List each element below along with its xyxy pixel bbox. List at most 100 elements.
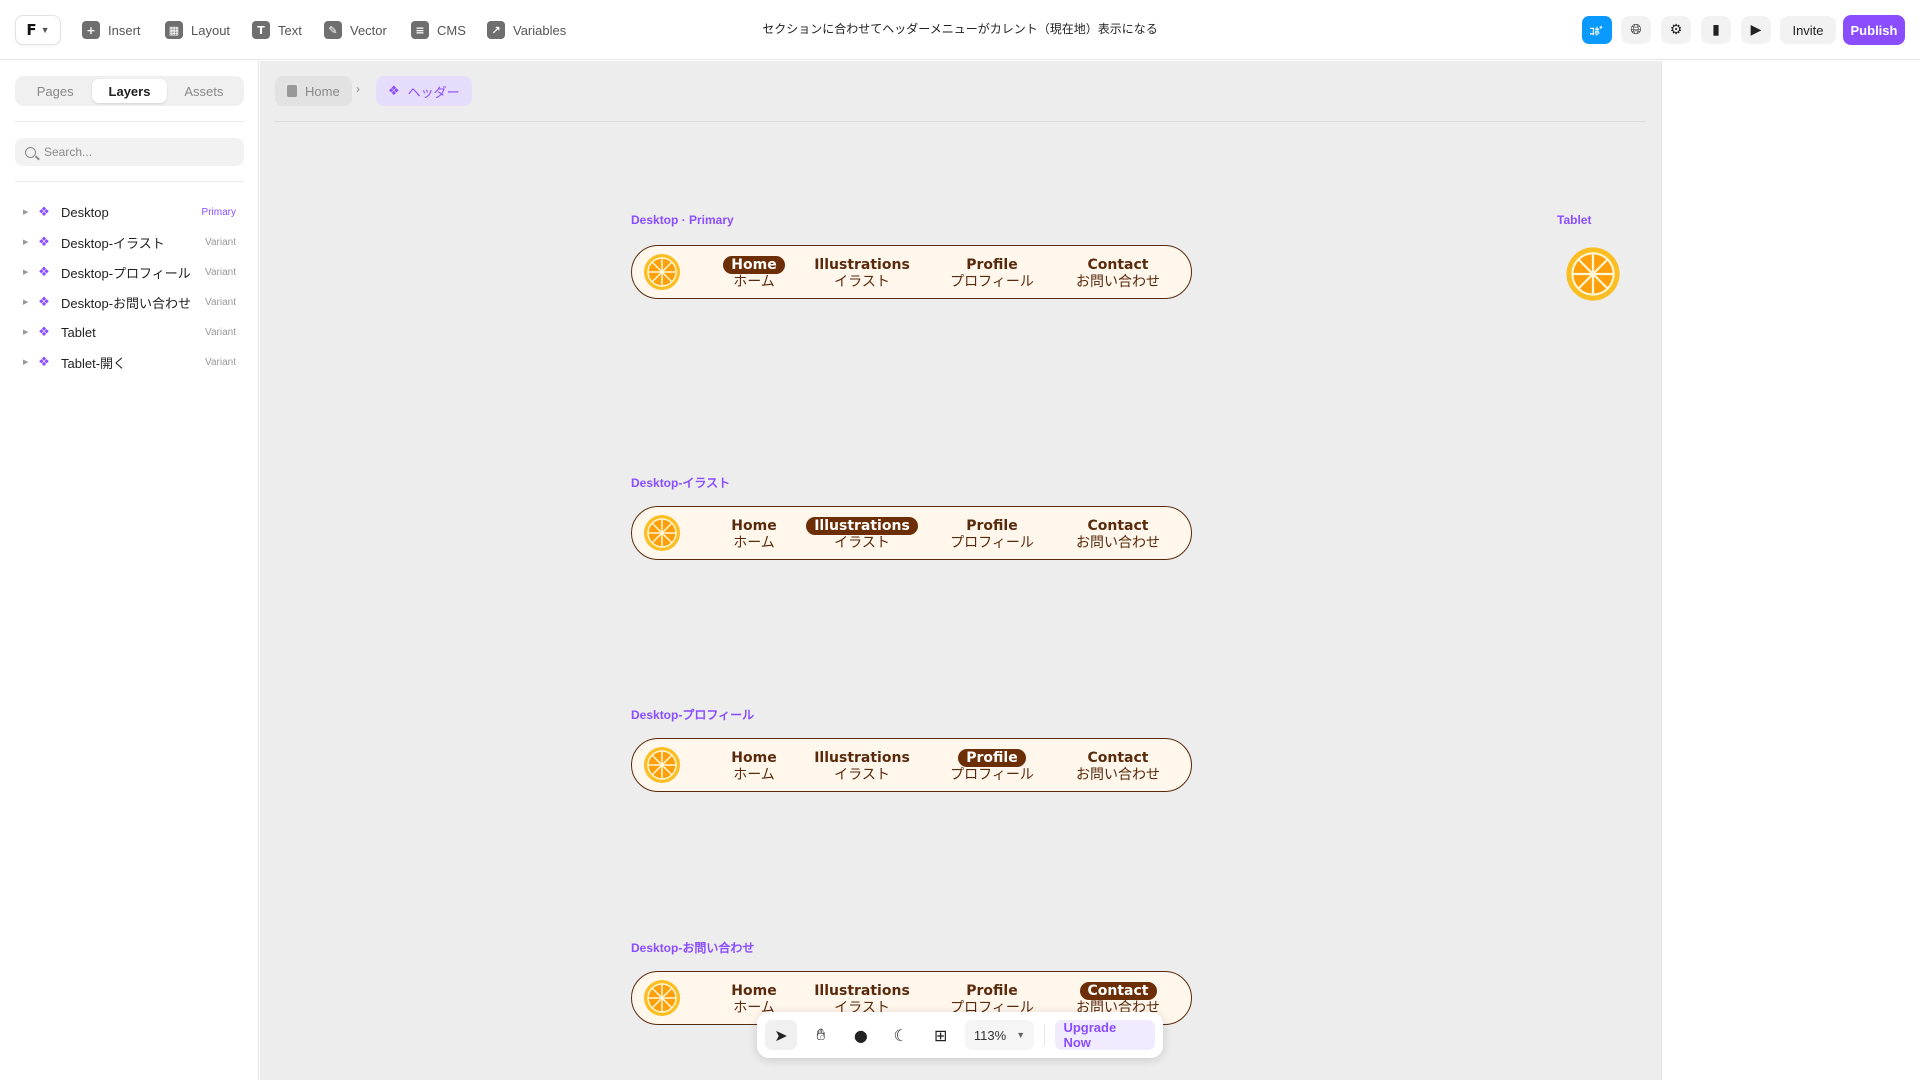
text-label: Text xyxy=(278,22,302,38)
expand-arrow-icon[interactable]: ▶ xyxy=(23,328,35,336)
dark-mode-button[interactable]: ☾ xyxy=(885,1020,917,1050)
frame-label-desktop-illust[interactable]: Desktop-イラスト xyxy=(631,474,730,491)
text-button[interactable]: T Text xyxy=(252,18,302,42)
plus-icon: + xyxy=(82,21,100,39)
vector-label: Vector xyxy=(350,22,387,38)
divider xyxy=(1044,1024,1046,1046)
framer-logo-icon: F xyxy=(26,21,37,39)
expand-arrow-icon[interactable]: ▶ xyxy=(23,208,35,216)
left-sidebar: Pages Layers Assets ▶ ❖ Desktop Primary … xyxy=(0,61,259,1080)
layer-name: Desktop-プロフィール xyxy=(61,265,191,281)
layer-desktop-illust[interactable]: ▶ ❖ Desktop-イラスト Variant xyxy=(15,227,244,257)
header-navbar-desktop-illust[interactable]: Home ホーム Illustrations イラスト Profile プロフィ… xyxy=(631,506,1192,560)
nav-item-illustrations[interactable]: Illustrations イラスト xyxy=(802,254,922,291)
nav-item-contact[interactable]: Contact お問い合わせ xyxy=(1058,747,1178,784)
orange-logo-icon[interactable] xyxy=(1565,246,1621,302)
settings-button[interactable]: ⚙ xyxy=(1661,16,1691,44)
layer-name: Desktop-お問い合わせ xyxy=(61,295,192,311)
document-title[interactable]: セクションに合わせてヘッダーメニューがカレント（現在地）表示になる xyxy=(760,20,1160,37)
nav-label-en: Illustrations xyxy=(814,983,910,999)
nav-item-illustrations[interactable]: Illustrations イラスト xyxy=(802,747,922,784)
nav-label-en: Profile xyxy=(966,983,1018,999)
globe-icon: 🌐︎ xyxy=(1630,22,1642,38)
nav-label-ja: お問い合わせ xyxy=(1076,767,1160,783)
pen-icon: ✎ xyxy=(324,21,342,39)
layer-tablet[interactable]: ▶ ❖ Tablet Variant xyxy=(15,317,244,347)
nav-label-en: Contact xyxy=(1087,750,1149,766)
vector-button[interactable]: ✎ Vector xyxy=(324,18,387,42)
frame-label-desktop-contact[interactable]: Desktop-お問い合わせ xyxy=(631,939,754,956)
header-navbar-desktop[interactable]: Home ホーム Illustrations イラスト Profile プロフィ… xyxy=(631,245,1192,299)
user-avatar[interactable]: ｺﾎﾞ xyxy=(1582,16,1612,44)
breadcrumb-component[interactable]: ❖ ヘッダー xyxy=(376,76,472,106)
grid-button[interactable]: ⊞ xyxy=(925,1020,957,1050)
invite-button[interactable]: Invite xyxy=(1780,16,1836,44)
tab-assets[interactable]: Assets xyxy=(167,79,241,103)
frame-label-tablet[interactable]: Tablet xyxy=(1557,213,1591,227)
nav-item-contact[interactable]: Contact お問い合わせ xyxy=(1058,515,1178,552)
app-menu-button[interactable]: F ▼ xyxy=(15,15,61,45)
layer-tag: Variant xyxy=(205,356,236,368)
breadcrumb-home[interactable]: Home xyxy=(275,76,352,106)
zoom-value: 113% xyxy=(973,1027,1007,1043)
nav-item-profile[interactable]: Profile プロフィール xyxy=(932,515,1052,552)
variables-button[interactable]: ↗ Variables xyxy=(487,18,566,42)
expand-arrow-icon[interactable]: ▶ xyxy=(23,238,35,246)
tab-pages[interactable]: Pages xyxy=(18,79,92,103)
preview-button[interactable]: ▶ xyxy=(1741,16,1771,44)
layer-desktop-profile[interactable]: ▶ ❖ Desktop-プロフィール Variant xyxy=(15,257,244,287)
frame-label-desktop-primary[interactable]: Desktop · Primary xyxy=(631,213,734,227)
nav-label-ja: イラスト xyxy=(834,274,890,290)
nav-label-ja: ホーム xyxy=(733,274,775,290)
expand-arrow-icon[interactable]: ▶ xyxy=(23,298,35,306)
nav-item-home[interactable]: Home ホーム xyxy=(714,254,794,291)
globe-button[interactable]: 🌐︎ xyxy=(1621,16,1651,44)
hand-tool-button[interactable]: ✋︎ xyxy=(805,1020,837,1050)
analytics-button[interactable]: ▮ xyxy=(1701,16,1731,44)
comment-tool-button[interactable]: ● xyxy=(845,1020,877,1050)
nav-label-ja: ホーム xyxy=(733,535,775,551)
layout-button[interactable]: ▦ Layout xyxy=(165,18,230,42)
sidebar-tabs: Pages Layers Assets xyxy=(15,76,244,106)
component-icon: ❖ xyxy=(38,234,50,250)
nav-label-en: Profile xyxy=(966,257,1018,273)
layer-name: Tablet xyxy=(61,324,96,340)
component-icon: ❖ xyxy=(388,83,400,98)
expand-arrow-icon[interactable]: ▶ xyxy=(23,358,35,366)
upgrade-button[interactable]: Upgrade Now xyxy=(1055,1020,1156,1050)
select-tool-button[interactable]: ➤ xyxy=(765,1020,797,1050)
expand-arrow-icon[interactable]: ▶ xyxy=(23,268,35,276)
zoom-control[interactable]: 113% ▼ xyxy=(964,1020,1035,1050)
layer-name: Tablet-開く xyxy=(61,355,127,371)
layer-desktop[interactable]: ▶ ❖ Desktop Primary xyxy=(15,197,244,227)
nav-item-illustrations[interactable]: Illustrations イラスト xyxy=(802,515,922,552)
frame-label-desktop-profile[interactable]: Desktop-プロフィール xyxy=(631,706,754,723)
nav-label-en: Illustrations xyxy=(806,517,918,535)
nav-item-home[interactable]: Home ホーム xyxy=(714,515,794,552)
search-input[interactable] xyxy=(44,145,224,159)
nav-label-ja: イラスト xyxy=(834,767,890,783)
cms-button[interactable]: ≡ CMS xyxy=(411,18,466,42)
search-icon xyxy=(25,146,36,158)
insert-button[interactable]: + Insert xyxy=(82,18,141,42)
cursor-icon: ➤ xyxy=(774,1025,788,1045)
layer-tag: Variant xyxy=(205,266,236,278)
nav-item-home[interactable]: Home ホーム xyxy=(714,747,794,784)
chevron-right-icon: › xyxy=(356,82,360,96)
variables-icon: ↗ xyxy=(487,21,505,39)
tab-layers[interactable]: Layers xyxy=(92,79,167,103)
layer-desktop-contact[interactable]: ▶ ❖ Desktop-お問い合わせ Variant xyxy=(15,287,244,317)
nav-item-profile[interactable]: Profile プロフィール xyxy=(932,254,1052,291)
design-canvas[interactable]: Home › ❖ ヘッダー Desktop · Primary Home ホーム… xyxy=(260,61,1661,1080)
nav-item-contact[interactable]: Contact お問い合わせ xyxy=(1058,254,1178,291)
publish-button[interactable]: Publish xyxy=(1843,15,1905,45)
header-navbar-desktop-profile[interactable]: Home ホーム Illustrations イラスト Profile プロフィ… xyxy=(631,738,1192,792)
nav-item-profile[interactable]: Profile プロフィール xyxy=(932,747,1052,784)
insert-label: Insert xyxy=(108,22,141,38)
layer-tablet-open[interactable]: ▶ ❖ Tablet-開く Variant xyxy=(15,347,244,377)
grid-icon: ⊞ xyxy=(933,1025,948,1045)
layer-tag: Variant xyxy=(205,296,236,308)
layer-search[interactable] xyxy=(15,138,244,166)
nav-label-ja: ホーム xyxy=(733,767,775,783)
chevron-down-icon: ▼ xyxy=(1016,1030,1026,1040)
